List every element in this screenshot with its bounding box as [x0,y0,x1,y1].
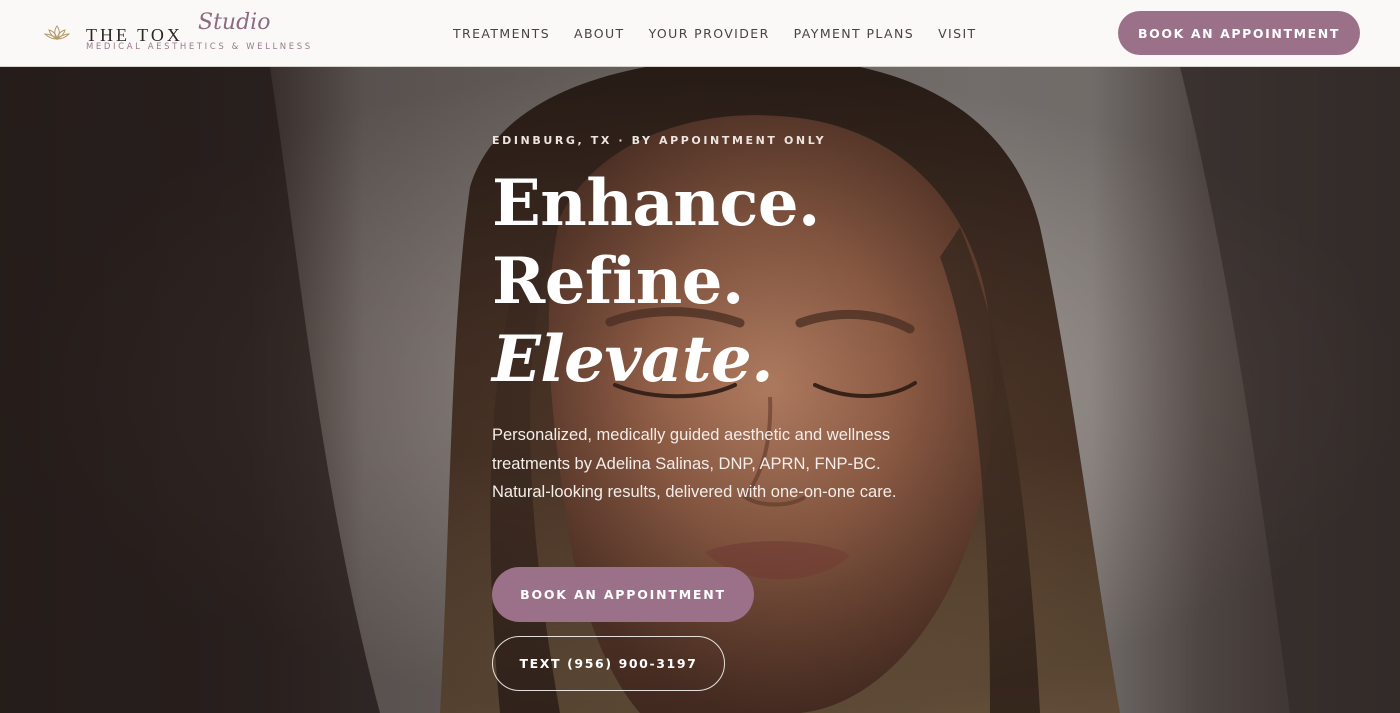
brand-tagline: MEDICAL AESTHETICS & WELLNESS [86,42,313,52]
site-header: THE TOX Studio MEDICAL AESTHETICS & WELL… [0,0,1400,67]
headline-line-refine: Refine. [492,244,744,319]
header-book-appointment-button[interactable]: BOOK AN APPOINTMENT [1118,11,1360,55]
main-nav: TREATMENTS ABOUT YOUR PROVIDER PAYMENT P… [453,24,1001,44]
hero-section: EDINBURG, TX · BY APPOINTMENT ONLY Enhan… [0,67,1400,713]
headline-line-elevate: Elevate. [492,322,774,397]
brand-script: Studio [198,10,271,35]
hero-headline: Enhance. Refine. Elevate. [492,165,1092,399]
nav-item-your-provider[interactable]: YOUR PROVIDER [649,24,770,44]
nav-item-visit[interactable]: VISIT [938,24,977,44]
nav-item-about[interactable]: ABOUT [574,24,625,44]
nav-item-treatments[interactable]: TREATMENTS [453,24,550,44]
headline-line-enhance: Enhance. [492,166,820,241]
hero-text-phone-button[interactable]: TEXT (956) 900-3197 [492,636,725,691]
lotus-icon [44,25,70,40]
brand-logo[interactable]: THE TOX Studio MEDICAL AESTHETICS & WELL… [44,10,344,56]
hero-eyebrow: EDINBURG, TX · BY APPOINTMENT ONLY [492,134,827,147]
hero-book-appointment-button[interactable]: BOOK AN APPOINTMENT [492,567,754,622]
nav-item-payment-plans[interactable]: PAYMENT PLANS [794,24,914,44]
hero-description: Personalized, medically guided aesthetic… [492,426,897,501]
